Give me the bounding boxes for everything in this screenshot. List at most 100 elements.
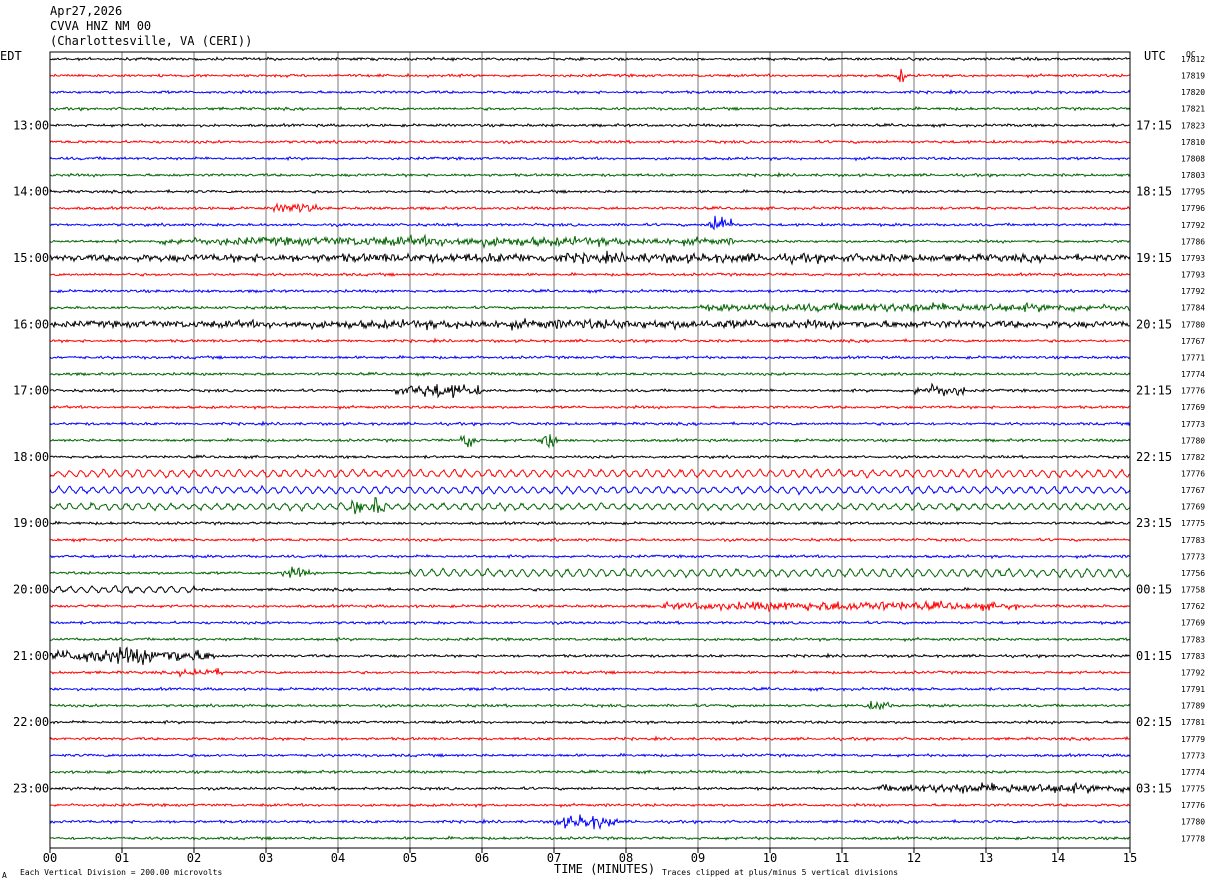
x-tick-label: 14 bbox=[1051, 851, 1065, 865]
x-tick-label: 06 bbox=[475, 851, 489, 865]
qc-value: 17792 bbox=[1181, 287, 1205, 296]
qc-value: 17769 bbox=[1181, 619, 1205, 628]
trace-line bbox=[49, 188, 1131, 195]
trace-line bbox=[49, 233, 1131, 250]
qc-value: 17769 bbox=[1181, 503, 1205, 512]
date-title: Apr27,2026 bbox=[50, 4, 122, 18]
qc-value: 17778 bbox=[1181, 834, 1205, 843]
qc-value: 17773 bbox=[1181, 552, 1205, 561]
trace-line bbox=[49, 584, 1131, 594]
qc-value: 17792 bbox=[1181, 668, 1205, 677]
trace-line bbox=[49, 484, 1131, 496]
qc-value: 17767 bbox=[1181, 337, 1205, 346]
x-tick-label: 03 bbox=[259, 851, 273, 865]
hour-label-left: 16:00 bbox=[13, 317, 49, 331]
hour-label-left: 15:00 bbox=[13, 251, 49, 265]
helicorder-chart: Apr27,2026 CVVA HNZ NM 00 (Charlottesvil… bbox=[0, 4, 1205, 880]
qc-value-labels: 17812 17819 17820 17821 17823 17810 17808 17803… bbox=[1181, 55, 1205, 843]
qc-value: 17773 bbox=[1181, 420, 1205, 429]
hour-label-right: 22:15 bbox=[1136, 450, 1172, 464]
qc-value: 17812 bbox=[1181, 55, 1205, 64]
hour-label-right: 18:15 bbox=[1136, 185, 1172, 199]
hour-label-left: 21:00 bbox=[13, 649, 49, 663]
trace-line bbox=[49, 122, 1131, 129]
x-axis-label: TIME (MINUTES) bbox=[554, 862, 655, 876]
qc-value: 17782 bbox=[1181, 453, 1205, 462]
trace-line bbox=[49, 354, 1131, 361]
trace-line bbox=[49, 215, 1131, 231]
qc-value: 17771 bbox=[1181, 353, 1205, 362]
trace-line bbox=[49, 202, 1131, 214]
qc-value: 17775 bbox=[1181, 785, 1205, 794]
trace-line bbox=[49, 382, 1131, 399]
trace-line bbox=[49, 700, 1131, 711]
trace-line bbox=[49, 68, 1131, 83]
qc-value: 17756 bbox=[1181, 569, 1205, 578]
trace-line bbox=[49, 599, 1130, 613]
hour-label-right: 21:15 bbox=[1136, 384, 1172, 398]
qc-value: 17783 bbox=[1181, 536, 1205, 545]
trace-line bbox=[49, 288, 1131, 295]
x-tick-label: 10 bbox=[763, 851, 777, 865]
qc-value: 17773 bbox=[1181, 751, 1205, 760]
left-timezone-label: EDT bbox=[0, 49, 22, 63]
trace-line bbox=[49, 171, 1131, 178]
trace-line bbox=[49, 814, 1131, 831]
hour-label-right: 19:15 bbox=[1136, 251, 1172, 265]
trace-line bbox=[49, 667, 1131, 678]
qc-value: 17769 bbox=[1181, 403, 1205, 412]
hour-label-right: 20:15 bbox=[1136, 317, 1172, 331]
qc-value: 17820 bbox=[1181, 88, 1205, 97]
qc-value: 17793 bbox=[1181, 254, 1205, 263]
hour-label-left: 22:00 bbox=[13, 715, 49, 729]
qc-value: 17789 bbox=[1181, 702, 1205, 711]
qc-value: 17774 bbox=[1181, 370, 1205, 379]
trace-line bbox=[49, 88, 1131, 95]
qc-value: 17793 bbox=[1181, 271, 1205, 280]
right-timezone-label: UTC bbox=[1144, 49, 1166, 63]
trace-line bbox=[49, 105, 1131, 112]
trace-line bbox=[49, 337, 1131, 344]
x-tick-label: 12 bbox=[907, 851, 921, 865]
qc-value: 17767 bbox=[1181, 486, 1205, 495]
x-tick-label: 13 bbox=[979, 851, 993, 865]
hour-label-right: 00:15 bbox=[1136, 583, 1172, 597]
x-tick-label: 11 bbox=[835, 851, 849, 865]
trace-line bbox=[49, 454, 1131, 460]
hour-label-right: 02:15 bbox=[1136, 715, 1172, 729]
qc-value: 17775 bbox=[1181, 519, 1205, 528]
qc-value: 17808 bbox=[1181, 154, 1205, 163]
qc-value: 17823 bbox=[1181, 121, 1205, 130]
trace-line bbox=[49, 752, 1131, 758]
hour-label-left: 17:00 bbox=[13, 384, 49, 398]
trace-line bbox=[49, 781, 1131, 794]
trace-line bbox=[49, 553, 1131, 560]
qc-value: 17795 bbox=[1181, 188, 1205, 197]
hour-label-right: 17:15 bbox=[1136, 118, 1172, 132]
qc-value: 17779 bbox=[1181, 735, 1205, 744]
qc-value: 17796 bbox=[1181, 204, 1205, 213]
trace-line bbox=[49, 497, 1131, 515]
hour-label-right: 01:15 bbox=[1136, 649, 1172, 663]
qc-value: 17776 bbox=[1181, 470, 1205, 479]
qc-value: 17792 bbox=[1181, 221, 1205, 230]
trace-line bbox=[49, 420, 1131, 427]
qc-value: 17783 bbox=[1181, 652, 1205, 661]
qc-value: 17819 bbox=[1181, 72, 1205, 81]
qc-value: 17783 bbox=[1181, 635, 1205, 644]
qc-value: 17784 bbox=[1181, 304, 1205, 313]
trace-line bbox=[49, 566, 1131, 579]
qc-value: 17780 bbox=[1181, 436, 1205, 445]
x-tick-label: 00 bbox=[43, 851, 57, 865]
hour-label-right: 23:15 bbox=[1136, 516, 1172, 530]
trace-line bbox=[49, 301, 1131, 313]
qc-value: 17774 bbox=[1181, 768, 1205, 777]
left-hour-labels: 13:00 14:00 15:00 16:00 17:00 18:00 19:00 20:00… bbox=[13, 118, 49, 795]
x-tick-label: 02 bbox=[187, 851, 201, 865]
trace-line bbox=[49, 271, 1131, 278]
trace-line bbox=[49, 719, 1131, 726]
trace-line bbox=[49, 404, 1131, 411]
trace-line bbox=[49, 802, 1131, 809]
x-tick-label: 05 bbox=[403, 851, 417, 865]
qc-value: 17803 bbox=[1181, 171, 1205, 180]
